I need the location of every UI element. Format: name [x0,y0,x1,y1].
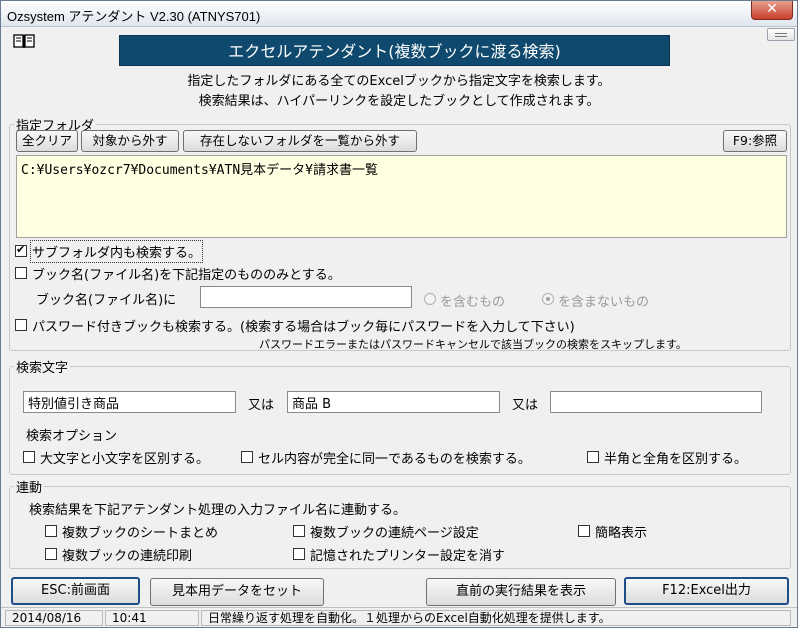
search-term-2-input[interactable] [287,391,500,413]
page-title-banner: エクセルアテンダント(複数ブックに渡る検索) [119,35,670,66]
book-name-only-checkbox[interactable] [15,267,27,279]
excel-output-button[interactable]: F12:Excel出力 [624,577,789,605]
simple-view-checkbox[interactable] [578,525,590,537]
link-description: 検索結果を下記アテンダント処理の入力ファイル名に連動する。 [29,503,407,518]
or-label-2: 又は [512,398,539,413]
sheet-merge-checkbox[interactable] [45,525,57,537]
subfolder-checkbox[interactable] [15,243,27,257]
continuous-print-label[interactable]: 複数ブックの連続印刷 [62,545,192,564]
menu-toggle-icon[interactable] [767,28,795,41]
continuous-page-checkbox[interactable] [293,525,305,537]
case-sensitive-label[interactable]: 大文字と小文字を区別する。 [40,448,209,467]
book-icon[interactable] [13,33,35,49]
password-note: パスワードエラーまたはパスワードキャンセルで該当ブックの検索をスキップします。 [259,338,687,351]
subfolder-label[interactable]: サブフォルダ内も検索する。 [29,240,204,263]
set-sample-data-button[interactable]: 見本用データをセット [150,578,324,606]
or-label-1: 又は [248,398,275,413]
back-button[interactable]: ESC:前画面 [11,577,140,605]
status-message: 日常繰り返す処理を自動化。１処理からのExcel自動化処理を提供します。 [201,610,791,626]
app-window: Ozsystem アテンダント V2.30 (ATNYS701) ✕ エクセルア… [0,0,798,628]
description-line-1: 指定したフォルダにある全てのExcelブックから指定文字を検索します。 [187,74,611,89]
case-sensitive-checkbox[interactable] [23,451,35,463]
not-contains-radio-label[interactable]: を含まないもの [558,291,649,310]
title-bar[interactable]: Ozsystem アテンダント V2.30 (ATNYS701) ✕ [1,1,797,27]
search-term-1-input[interactable] [23,391,236,413]
folder-list-item[interactable]: C:¥Users¥ozcr7¥Documents¥ATN見本データ¥請求書一覧 [21,159,782,178]
book-name-field-label: ブック名(ファイル名)に [36,293,177,308]
simple-view-label[interactable]: 簡略表示 [595,522,647,541]
contains-radio-label[interactable]: を含むもの [440,291,505,310]
description-line-2: 検索結果は、ハイパーリンクを設定したブックとして作成されます。 [198,94,600,109]
password-books-checkbox[interactable] [15,319,27,331]
not-contains-radio[interactable] [542,293,554,305]
show-last-result-button[interactable]: 直前の実行結果を表示 [426,578,616,606]
whole-cell-checkbox[interactable] [241,451,253,463]
link-group-legend: 連動 [16,481,43,496]
status-date: 2014/08/16 [5,610,103,626]
contains-radio[interactable] [424,293,436,305]
search-options-label: 検索オプション [26,429,118,444]
window-title: Ozsystem アテンダント V2.30 (ATNYS701) [7,9,261,24]
whole-cell-label[interactable]: セル内容が完全に同一であるものを検索する。 [258,448,531,467]
width-sensitive-checkbox[interactable] [587,451,599,463]
book-name-input[interactable] [200,286,412,308]
folder-list[interactable]: C:¥Users¥ozcr7¥Documents¥ATN見本データ¥請求書一覧 [16,155,787,238]
book-name-only-label[interactable]: ブック名(ファイル名)を下記指定のもののみとする。 [32,264,341,283]
browse-button[interactable]: F9:参照 [723,130,787,152]
remove-target-button[interactable]: 対象から外す [81,130,179,152]
continuous-print-checkbox[interactable] [45,548,57,560]
remove-missing-folders-button[interactable]: 存在しないフォルダを一覧から外す [183,130,417,152]
search-term-3-input[interactable] [550,391,762,413]
width-sensitive-label[interactable]: 半角と全角を区別する。 [604,448,747,467]
close-window-button[interactable]: ✕ [751,1,793,20]
status-bar: 2014/08/16 10:41 日常繰り返す処理を自動化。１処理からのExce… [1,607,797,627]
clear-printer-checkbox[interactable] [293,548,305,560]
clear-all-button[interactable]: 全クリア [16,130,78,152]
sheet-merge-label[interactable]: 複数ブックのシートまとめ [62,522,218,541]
continuous-page-label[interactable]: 複数ブックの連続ページ設定 [310,522,479,541]
search-group-legend: 検索文字 [16,361,69,376]
status-time: 10:41 [105,610,199,626]
password-books-label[interactable]: パスワード付きブックも検索する。(検索する場合はブック毎にパスワードを入力して下… [32,316,575,335]
clear-printer-label[interactable]: 記憶されたプリンター設定を消す [310,545,505,564]
